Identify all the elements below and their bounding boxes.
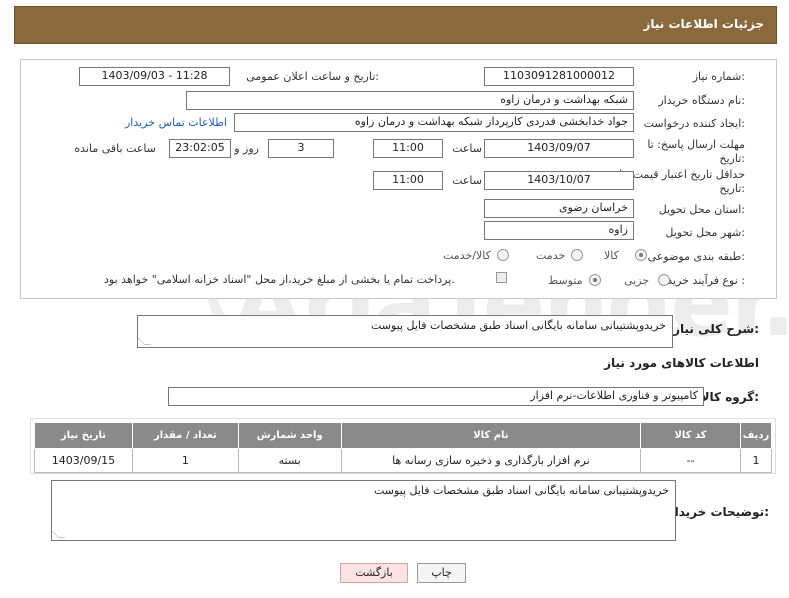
deadline-date-field: 1403/09/07 <box>484 139 634 158</box>
page-title: جزئیات اطلاعات نیاز <box>643 17 764 31</box>
category-goods-label: کالا <box>604 249 619 262</box>
buyer-notes-textarea[interactable]: خریدوپشتیبانی سامانه بایگانی اسناد طبق م… <box>51 480 676 541</box>
description-textarea[interactable]: خریدوپشتیبانی سامانه بایگانی اسناد طبق م… <box>137 315 673 348</box>
buyer-notes-text: خریدوپشتیبانی سامانه بایگانی اسناد طبق م… <box>373 484 669 497</box>
creator-field: جواد خدابخشی فدردی کارپرداز شبکه بهداشت … <box>234 113 634 132</box>
goods-table: تاریخ نیاز تعداد / مقدار واحد شمارش نام … <box>34 422 773 473</box>
validity-time-label: ساعت <box>452 174 482 187</box>
city-field: زاوه <box>484 221 634 240</box>
validity-date-field: 1403/10/07 <box>484 171 634 190</box>
resize-grip-icon[interactable] <box>51 531 66 538</box>
province-label: استان محل تحویل: <box>658 203 745 216</box>
cell-unit: بسته <box>237 448 342 473</box>
days-label: روز و <box>234 142 259 155</box>
buyer-org-label: نام دستگاه خریدار: <box>658 94 745 107</box>
buyer-notes-label: توضیحات خریدار: <box>667 505 769 519</box>
cell-item-code: -- <box>640 448 741 473</box>
col-item-code: کد کالا <box>640 422 741 449</box>
goods-section-title: اطلاعات کالاهای مورد نیاز <box>604 356 759 370</box>
print-button[interactable]: چاپ <box>417 563 466 583</box>
col-quantity: تعداد / مقدار <box>131 422 239 449</box>
deadline-time-label: ساعت <box>452 142 482 155</box>
treasury-payment-note: پرداخت تمام یا بخشی از مبلغ خرید،از محل … <box>104 273 455 286</box>
cell-item-name: نرم افزار بارگذاری و ذخیره سازی رسانه ها <box>340 448 642 473</box>
days-remaining-field: 3 <box>268 139 334 158</box>
announce-label: تاریخ و ساعت اعلان عمومی: <box>246 70 379 83</box>
col-need-date: تاریخ نیاز <box>34 422 133 449</box>
need-number-field: 1103091281000012 <box>484 67 634 86</box>
back-button[interactable]: بازگشت <box>340 563 408 583</box>
goods-group-label: گروه کالا: <box>700 390 759 404</box>
validity-date-label: تاریخ: <box>719 182 745 195</box>
col-unit: واحد شمارش <box>237 422 342 449</box>
need-number-label: شماره نیاز: <box>692 70 745 83</box>
goods-group-field: کامپیوتر و فناوری اطلاعات-نرم افزار <box>168 387 704 406</box>
creator-label: ایجاد کننده درخواست: <box>643 117 745 130</box>
process-minor-radio[interactable] <box>658 274 670 286</box>
announce-datetime-field: 1403/09/03 - 11:28 <box>79 67 230 86</box>
treasury-payment-checkbox[interactable] <box>496 272 507 283</box>
category-service-label: خدمت <box>536 249 566 262</box>
buyer-contact-link[interactable]: اطلاعات تماس خریدار <box>125 116 227 129</box>
buyer-org-field: شبکه بهداشت و درمان زاوه <box>186 91 634 110</box>
deadline-time-field: 11:00 <box>373 139 443 158</box>
table-row: 1403/09/15 1 بسته نرم افزار بارگذاری و ذ… <box>34 448 773 473</box>
category-goods-radio[interactable] <box>635 249 647 261</box>
province-field: خراسان رضوی <box>484 199 634 218</box>
cell-need-date: 1403/09/15 <box>34 448 133 473</box>
description-text: خریدوپشتیبانی سامانه بایگانی اسناد طبق م… <box>370 319 666 332</box>
resize-grip-icon[interactable] <box>137 338 152 345</box>
deadline-date-label: تاریخ: <box>719 152 745 165</box>
city-label: شهر محل تحویل: <box>665 226 745 239</box>
category-both-radio[interactable] <box>497 249 509 261</box>
validity-time-field: 11:00 <box>373 171 443 190</box>
deadline-label: مهلت ارسال پاسخ: تا <box>647 138 745 151</box>
remaining-label: ساعت باقی مانده <box>74 142 156 155</box>
page-header: جزئیات اطلاعات نیاز <box>14 6 777 44</box>
description-label: شرح کلی نیاز: <box>673 322 759 336</box>
cell-quantity: 1 <box>131 448 239 473</box>
col-row-number: ردیف <box>739 422 773 449</box>
validity-label: حداقل تاریخ اعتبار قیمت: تا <box>619 168 745 181</box>
category-label: طبقه بندی موضوعی: <box>647 250 745 263</box>
category-service-radio[interactable] <box>571 249 583 261</box>
col-item-name: نام کالا <box>340 422 642 449</box>
cell-row-number: 1 <box>739 448 773 473</box>
process-label: نوع فرآیند خرید : <box>667 274 745 287</box>
process-minor-label: جزیی <box>624 274 650 287</box>
category-both-label: کالا/خدمت <box>443 249 491 262</box>
goods-table-header: تاریخ نیاز تعداد / مقدار واحد شمارش نام … <box>34 422 773 449</box>
process-medium-label: متوسط <box>548 274 583 287</box>
remaining-time-field: 23:02:05 <box>169 139 231 158</box>
process-medium-radio[interactable] <box>589 274 601 286</box>
